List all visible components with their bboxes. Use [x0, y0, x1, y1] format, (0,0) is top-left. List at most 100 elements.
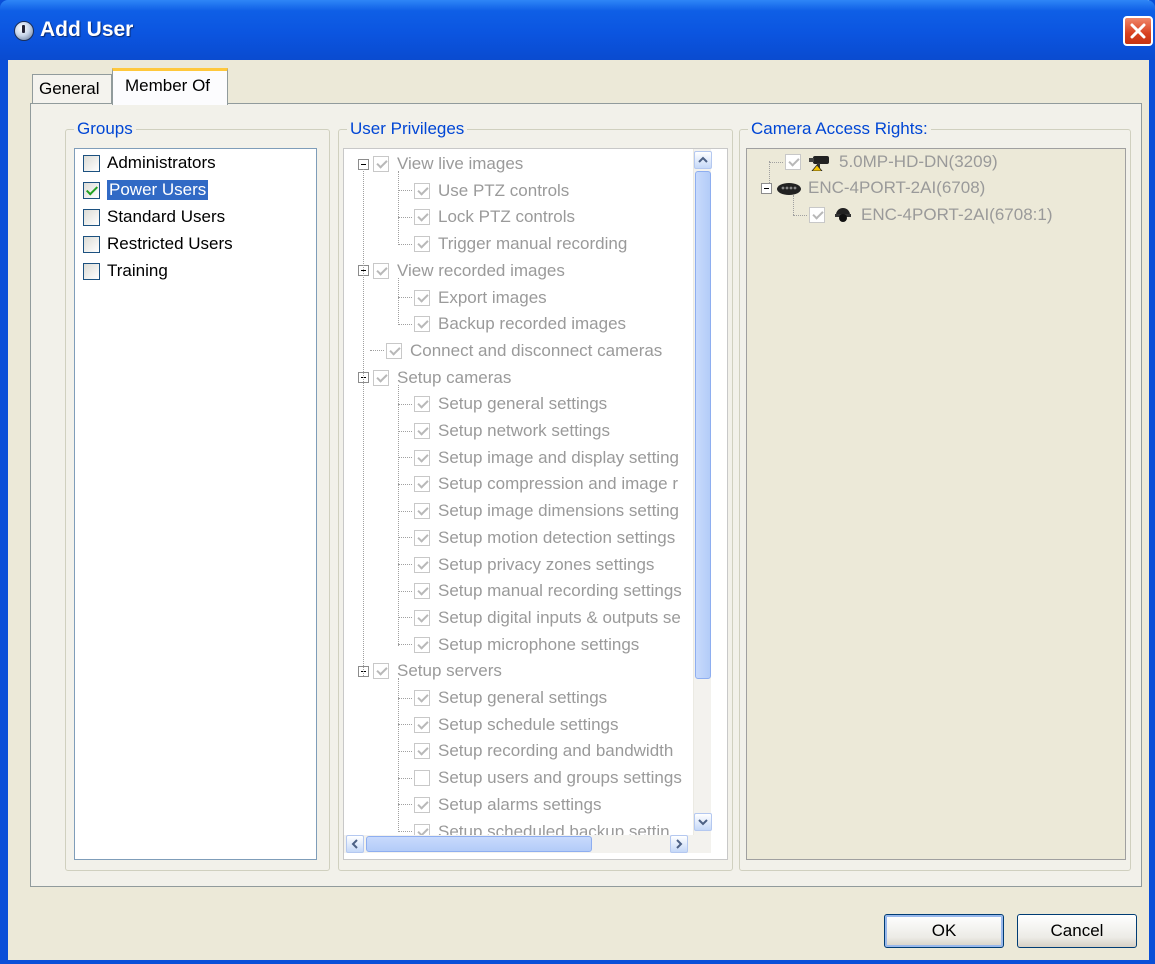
- groups-list[interactable]: Administrators Power Users Standard User…: [74, 148, 317, 860]
- privilege-checkbox[interactable]: [414, 796, 430, 813]
- privilege-item[interactable]: Setup recording and bandwidth: [398, 738, 673, 764]
- collapse-icon[interactable]: [761, 182, 772, 194]
- privilege-checkbox[interactable]: [414, 209, 430, 226]
- privilege-checkbox[interactable]: [373, 156, 389, 172]
- privilege-checkbox[interactable]: [414, 423, 430, 439]
- channel-checkbox[interactable]: [809, 207, 825, 223]
- restricted-users-checkbox[interactable]: [83, 235, 100, 253]
- tree-connector: [398, 430, 412, 432]
- scroll-thumb[interactable]: [695, 171, 711, 679]
- privilege-checkbox[interactable]: [414, 770, 430, 787]
- group-item-training[interactable]: Training: [83, 259, 168, 283]
- close-button[interactable]: [1123, 16, 1153, 46]
- privilege-item[interactable]: Setup motion detection settings: [398, 525, 675, 551]
- privilege-checkbox[interactable]: [414, 636, 430, 653]
- privilege-item[interactable]: Backup recorded images: [398, 311, 626, 337]
- privilege-item[interactable]: Setup alarms settings: [398, 792, 601, 818]
- tree-connector: [398, 617, 412, 619]
- chevron-left-icon: [351, 839, 358, 849]
- privilege-checkbox[interactable]: [414, 529, 430, 546]
- scroll-down-button[interactable]: [694, 813, 712, 831]
- camera-tree[interactable]: 5.0MP-HD-DN(3209) ENC-4PORT-2AI(6708) EN…: [746, 148, 1126, 860]
- encoder-item[interactable]: ENC-4PORT-2AI(6708): [761, 175, 985, 201]
- privilege-checkbox[interactable]: [414, 716, 430, 733]
- privilege-item[interactable]: Setup microphone settings: [398, 632, 639, 658]
- privilege-item[interactable]: Setup privacy zones settings: [398, 552, 654, 578]
- privilege-checkbox[interactable]: [414, 316, 430, 333]
- standard-users-checkbox[interactable]: [83, 208, 100, 226]
- training-checkbox[interactable]: [83, 262, 100, 280]
- privilege-label: Setup compression and image r: [438, 474, 679, 494]
- privilege-checkbox[interactable]: [414, 476, 430, 493]
- privilege-item[interactable]: Setup compression and image r: [398, 471, 678, 497]
- privilege-checkbox[interactable]: [373, 663, 389, 680]
- privilege-label: Export images: [438, 287, 547, 307]
- chevron-up-icon: [698, 156, 708, 163]
- privilege-item[interactable]: Setup manual recording settings: [398, 578, 682, 604]
- horizontal-scroll-thumb[interactable]: [366, 836, 592, 852]
- tree-connector: [370, 350, 384, 352]
- privilege-item[interactable]: Setup image dimensions setting: [398, 498, 679, 524]
- privilege-checkbox[interactable]: [414, 583, 430, 600]
- encoder-channel-item[interactable]: ENC-4PORT-2AI(6708:1): [793, 202, 1052, 228]
- privilege-item[interactable]: Setup general settings: [398, 685, 607, 711]
- tab-general[interactable]: General: [32, 74, 112, 104]
- camera-item[interactable]: 5.0MP-HD-DN(3209): [769, 149, 998, 175]
- privilege-checkbox[interactable]: [414, 609, 430, 626]
- group-item-administrators[interactable]: Administrators: [83, 151, 216, 175]
- tree-connector-line: [363, 169, 364, 677]
- tab-member-of[interactable]: Member Of: [112, 68, 228, 105]
- privilege-label: View recorded images: [397, 260, 565, 280]
- cancel-button[interactable]: Cancel: [1017, 914, 1137, 948]
- collapse-icon[interactable]: [358, 158, 369, 170]
- administrators-checkbox[interactable]: [83, 154, 100, 172]
- privilege-checkbox[interactable]: [414, 690, 430, 706]
- privilege-checkbox[interactable]: [414, 182, 430, 199]
- privilege-checkbox[interactable]: [414, 449, 430, 466]
- ok-button[interactable]: OK: [884, 914, 1004, 948]
- scroll-up-button[interactable]: [694, 151, 712, 169]
- group-item-standard-users[interactable]: Standard Users: [83, 205, 225, 229]
- privilege-checkbox[interactable]: [414, 556, 430, 573]
- privilege-checkbox[interactable]: [414, 743, 430, 760]
- privilege-item[interactable]: View recorded images: [358, 258, 565, 284]
- privilege-checkbox[interactable]: [373, 369, 389, 386]
- scroll-right-button[interactable]: [670, 835, 688, 853]
- power-users-checkbox[interactable]: [83, 181, 100, 199]
- group-item-power-users[interactable]: Power Users: [83, 178, 209, 202]
- privilege-item[interactable]: View live images: [358, 151, 523, 177]
- privilege-item[interactable]: Use PTZ controls: [398, 178, 569, 204]
- privilege-checkbox[interactable]: [414, 396, 430, 413]
- privilege-checkbox[interactable]: [414, 236, 430, 253]
- privilege-item[interactable]: Setup schedule settings: [398, 712, 619, 738]
- privileges-tree[interactable]: View live images Use PTZ controls Lock PTZ…: [343, 148, 728, 860]
- privileges-vertical-scrollbar[interactable]: [693, 149, 712, 835]
- privilege-item[interactable]: Trigger manual recording: [398, 231, 627, 257]
- privilege-checkbox[interactable]: [373, 262, 389, 279]
- tree-connector: [398, 724, 412, 726]
- privileges-horizontal-scrollbar[interactable]: [344, 835, 711, 853]
- privilege-item[interactable]: Connect and disconnect cameras: [370, 338, 662, 364]
- privilege-item[interactable]: Setup network settings: [398, 418, 610, 444]
- privilege-label: Setup alarms settings: [438, 794, 602, 814]
- privilege-label: Trigger manual recording: [438, 234, 628, 254]
- privilege-checkbox[interactable]: [414, 289, 430, 306]
- privilege-item[interactable]: Setup servers: [358, 658, 502, 684]
- tree-connector-line: [398, 171, 399, 246]
- privilege-item[interactable]: Export images: [398, 285, 547, 311]
- tree-connector: [398, 243, 412, 245]
- camera-checkbox[interactable]: [785, 154, 801, 170]
- privilege-item[interactable]: Lock PTZ controls: [398, 204, 575, 230]
- privilege-item[interactable]: Setup users and groups settings: [398, 765, 682, 791]
- privilege-item[interactable]: Setup digital inputs & outputs se: [398, 605, 681, 631]
- scroll-left-button[interactable]: [346, 835, 364, 853]
- group-item-restricted-users[interactable]: Restricted Users: [83, 232, 233, 256]
- tree-connector: [398, 590, 412, 592]
- privilege-item[interactable]: Setup cameras: [358, 365, 511, 391]
- privilege-item[interactable]: Setup general settings: [398, 391, 607, 417]
- title-bar[interactable]: Add User: [0, 0, 1155, 60]
- privilege-item[interactable]: Setup image and display setting: [398, 445, 679, 471]
- privilege-label: Setup motion detection settings: [438, 527, 676, 547]
- privilege-checkbox[interactable]: [386, 342, 402, 359]
- privilege-checkbox[interactable]: [414, 503, 430, 520]
